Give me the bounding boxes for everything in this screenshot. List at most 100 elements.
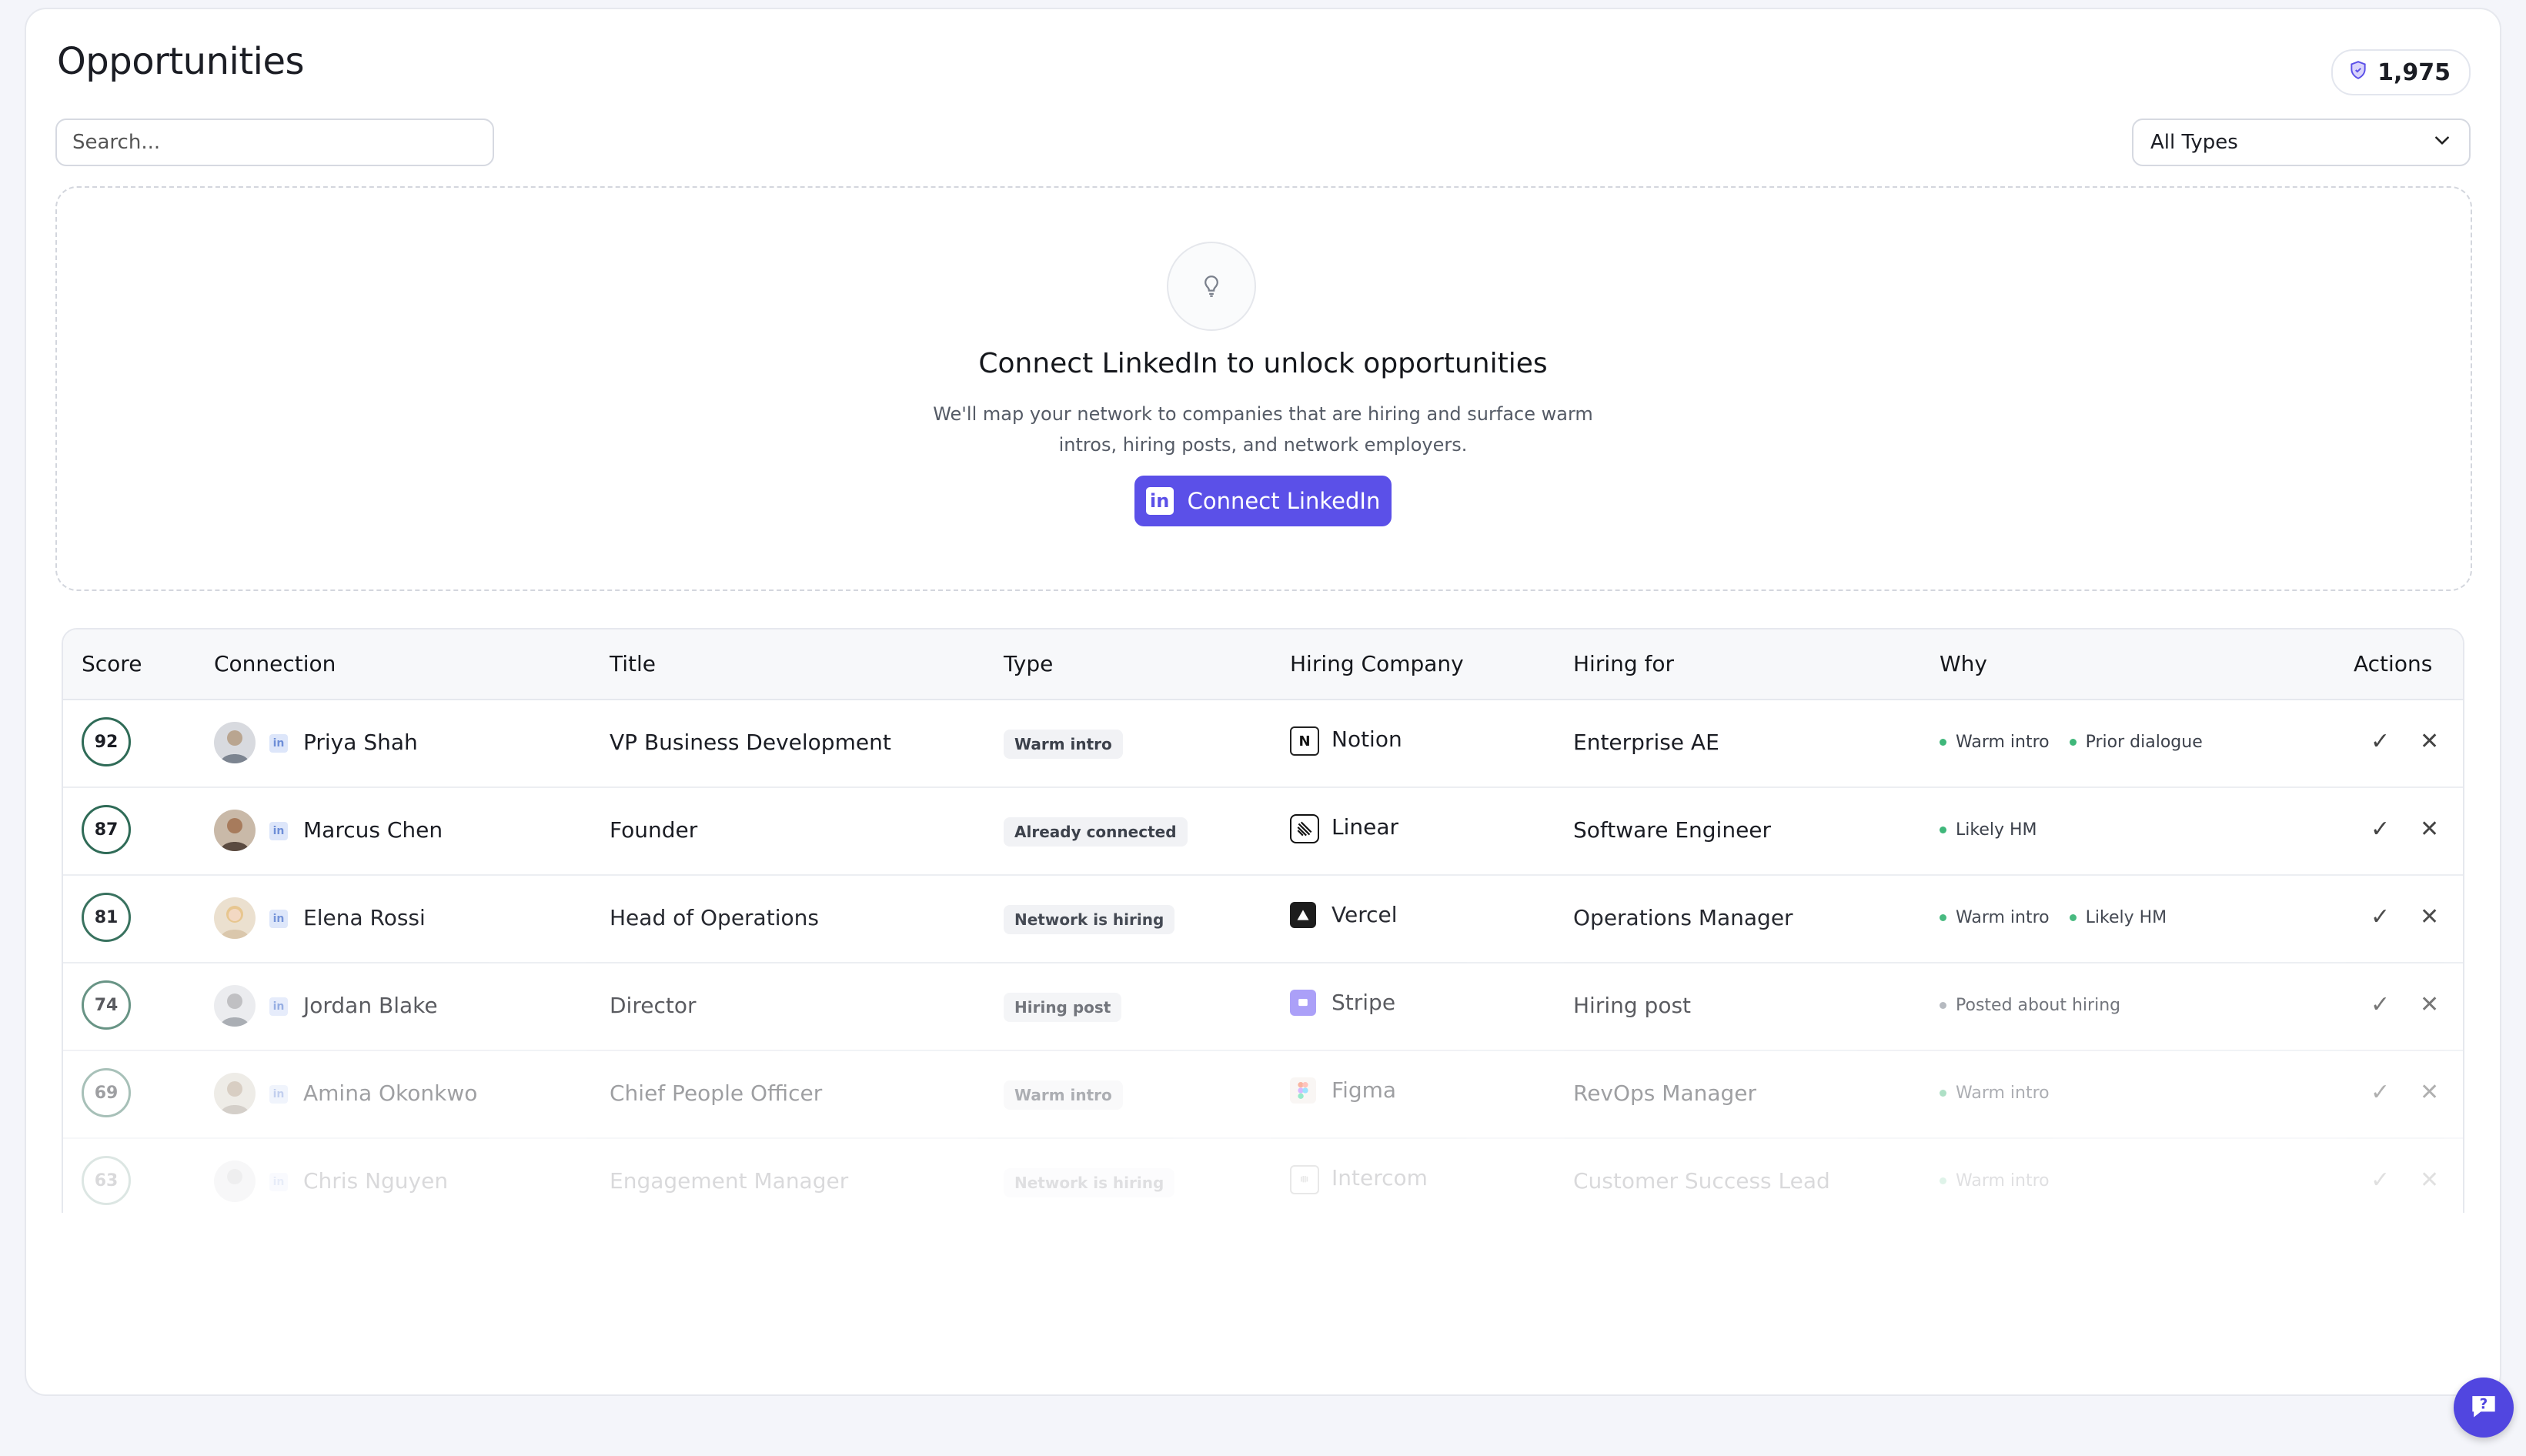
connect-linkedin-button[interactable]: in Connect LinkedIn <box>1134 476 1392 526</box>
why-tag: Prior dialogue <box>2069 733 2203 752</box>
table-header: Score Connection Title Type Hiring Compa… <box>63 629 2463 700</box>
score-ring: 74 <box>82 980 131 1030</box>
connection-name[interactable]: Chris Nguyen <box>303 1168 448 1194</box>
credits-count: 1,975 <box>2377 58 2451 86</box>
connection-name[interactable]: Elena Rossi <box>303 905 426 930</box>
linkedin-icon[interactable]: in <box>269 734 288 753</box>
header-why[interactable]: Why <box>1940 651 1987 676</box>
chevron-down-icon <box>2432 130 2452 155</box>
type-badge: Hiring post <box>1004 993 1122 1022</box>
dismiss-close-icon[interactable]: ✕ <box>2420 728 2439 755</box>
dismiss-close-icon[interactable]: ✕ <box>2420 1167 2439 1194</box>
why-tags: Posted about hiring <box>1940 996 2120 1015</box>
type-badge: Warm intro <box>1004 1080 1123 1110</box>
connection-title: Engagement Manager <box>610 1168 849 1194</box>
avatar <box>214 722 256 763</box>
shield-icon <box>2348 59 2368 86</box>
linkedin-icon[interactable]: in <box>269 997 288 1016</box>
header-score[interactable]: Score <box>82 651 142 676</box>
accept-check-icon[interactable]: ✓ <box>2371 903 2390 930</box>
help-chat-button[interactable]: ? <box>2454 1378 2514 1438</box>
why-tags: Warm intro Prior dialogue <box>1940 733 2203 752</box>
avatar <box>214 897 256 939</box>
linkedin-empty-state <box>55 186 2472 591</box>
dismiss-close-icon[interactable]: ✕ <box>2420 816 2439 843</box>
header-actions: Actions <box>2354 651 2433 676</box>
accept-check-icon[interactable]: ✓ <box>2371 728 2390 755</box>
hiring-for: Enterprise AE <box>1573 730 1719 755</box>
why-tags: Warm intro Likely HM <box>1940 908 2167 927</box>
header-connection[interactable]: Connection <box>214 651 336 676</box>
search-input[interactable] <box>55 119 494 166</box>
why-tags: Warm intro <box>1940 1171 2050 1191</box>
score-ring: 87 <box>82 805 131 854</box>
hiring-for: Operations Manager <box>1573 905 1793 930</box>
why-tag: Warm intro <box>1940 908 2050 927</box>
stripe-logo-icon <box>1290 990 1316 1016</box>
why-tag: Likely HM <box>2069 908 2167 927</box>
accept-check-icon[interactable]: ✓ <box>2371 1167 2390 1194</box>
why-tags: Warm intro <box>1940 1084 2050 1103</box>
connection-name[interactable]: Marcus Chen <box>303 817 443 843</box>
table-row[interactable]: 81 in Elena Rossi Head of Operations Net… <box>63 876 2463 963</box>
table-row[interactable]: 74 in Jordan Blake Director Hiring post … <box>63 963 2463 1051</box>
notion-logo-icon: N <box>1290 726 1319 756</box>
why-tag: Likely HM <box>1940 820 2037 840</box>
type-filter-select[interactable]: All Types <box>2132 119 2471 166</box>
chat-help-icon: ? <box>2467 1389 2501 1426</box>
avatar <box>214 810 256 851</box>
score-ring: 81 <box>82 893 131 942</box>
table-row[interactable]: 92 in Priya Shah VP Business Development… <box>63 700 2463 788</box>
connection-name[interactable]: Jordan Blake <box>303 993 438 1018</box>
hiring-company: Stripe <box>1331 990 1396 1015</box>
linkedin-icon[interactable]: in <box>269 822 288 840</box>
type-badge: Already connected <box>1004 817 1188 847</box>
table-row[interactable]: 87 in Marcus Chen Founder Already connec… <box>63 788 2463 876</box>
connection-name[interactable]: Amina Okonkwo <box>303 1080 477 1106</box>
score-ring: 63 <box>82 1156 131 1205</box>
connection-title: Chief People Officer <box>610 1080 823 1106</box>
accept-check-icon[interactable]: ✓ <box>2371 991 2390 1018</box>
why-tag: Warm intro <box>1940 1084 2050 1103</box>
type-badge: Network is hiring <box>1004 905 1175 934</box>
svg-text:?: ? <box>2480 1397 2488 1413</box>
linkedin-icon[interactable]: in <box>269 1173 288 1191</box>
cta-title: Connect LinkedIn to unlock opportunities <box>978 348 1548 379</box>
dismiss-close-icon[interactable]: ✕ <box>2420 903 2439 930</box>
connection-title: Director <box>610 993 697 1018</box>
credits-badge[interactable]: 1,975 <box>2331 49 2471 95</box>
hiring-for: RevOps Manager <box>1573 1080 1757 1106</box>
header-hiring-company[interactable]: Hiring Company <box>1290 651 1464 676</box>
header-title[interactable]: Title <box>610 651 656 676</box>
connection-name[interactable]: Priya Shah <box>303 730 418 755</box>
why-tag: Posted about hiring <box>1940 996 2120 1015</box>
hiring-for: Customer Success Lead <box>1573 1168 1830 1194</box>
hiring-company: Figma <box>1331 1077 1397 1103</box>
avatar <box>214 985 256 1027</box>
hiring-for: Software Engineer <box>1573 817 1772 843</box>
linkedin-icon[interactable]: in <box>269 910 288 928</box>
avatar <box>214 1073 256 1114</box>
avatar <box>214 1160 256 1202</box>
page-title: Opportunities <box>57 40 305 83</box>
hiring-company: Notion <box>1331 726 1402 752</box>
table-row[interactable]: 69 in Amina Okonkwo Chief People Officer… <box>63 1051 2463 1139</box>
lightbulb-icon <box>1167 242 1256 331</box>
type-badge: Network is hiring <box>1004 1168 1175 1197</box>
connect-linkedin-label: Connect LinkedIn <box>1187 488 1381 514</box>
why-tag: Warm intro <box>1940 733 2050 752</box>
accept-check-icon[interactable]: ✓ <box>2371 1079 2390 1106</box>
dismiss-close-icon[interactable]: ✕ <box>2420 1079 2439 1106</box>
hiring-company: Intercom <box>1331 1165 1428 1191</box>
type-filter-value: All Types <box>2150 131 2238 154</box>
header-type[interactable]: Type <box>1004 651 1053 676</box>
dismiss-close-icon[interactable]: ✕ <box>2420 991 2439 1018</box>
header-hiring-for[interactable]: Hiring for <box>1573 651 1674 676</box>
accept-check-icon[interactable]: ✓ <box>2371 816 2390 843</box>
linkedin-icon: in <box>1145 487 1174 515</box>
connection-title: Founder <box>610 817 698 843</box>
table-row[interactable]: 63 in Chris Nguyen Engagement Manager Ne… <box>63 1139 2463 1213</box>
score-ring: 92 <box>82 717 131 766</box>
linkedin-icon[interactable]: in <box>269 1085 288 1104</box>
hiring-company: Vercel <box>1331 902 1398 927</box>
